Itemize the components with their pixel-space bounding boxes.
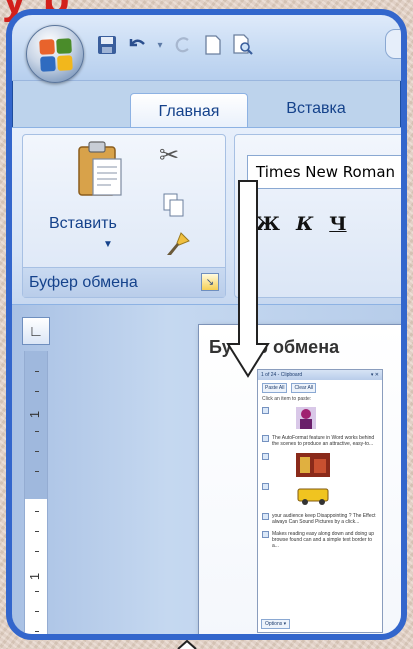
format-buttons: Ж К Ч [255,213,347,235]
ruler-top-margin [25,351,47,499]
preview-item-text: your audience keep Disappointing ? The E… [272,513,376,525]
clipboard-group-label: Буфер обмена ↘ [23,267,225,297]
font-group: Times New Roman Ж К Ч [234,134,401,298]
preview-item-text: The AutoFormat feature in Word works beh… [272,435,375,447]
tab-insert[interactable]: Вставка [254,91,378,127]
ruler-tick [35,391,39,392]
copy-icon[interactable] [163,193,185,217]
clipboard-item-icon [262,531,269,538]
preview-close-icon: ▾ ✕ [370,372,379,378]
undo-dropdown-icon[interactable]: ▾ [154,40,166,51]
tab-stop-selector[interactable]: ∟ [22,317,50,345]
preview-image-thumbnail [296,483,332,507]
paste-icon[interactable] [77,141,125,199]
vertical-ruler[interactable]: 1 1 2 [24,351,48,634]
preview-clear-all-button: Clear All [291,383,317,393]
clipboard-item-icon [262,435,269,442]
clipboard-group: Вставить ▼ ✂ Буфер обмена ↘ [22,134,226,298]
preview-image-thumbnail [296,453,330,477]
ruler-tick [35,431,39,432]
preview-item: The AutoFormat feature in Word works beh… [258,432,382,450]
preview-item [258,450,382,480]
paste-button-label[interactable]: Вставить [49,215,117,233]
font-name-field[interactable]: Times New Roman [247,155,401,189]
bold-button[interactable]: Ж [255,213,280,235]
preview-item [258,480,382,510]
preview-item [258,404,382,432]
ribbon-tabs: Главная Вставка [12,81,401,129]
tab-home[interactable]: Главная [130,93,248,129]
ruler-tick [35,511,39,512]
preview-options-button: Options ▾ [261,619,291,629]
preview-hint: Click an item to paste: [262,396,312,402]
italic-button[interactable]: К [296,213,313,235]
ruler-tick [35,591,39,592]
clipboard-item-icon [262,513,269,520]
redo-icon[interactable] [170,32,196,58]
preview-header: 1 of 24 - Clipboard ▾ ✕ [258,370,382,380]
office-logo-icon [39,38,73,72]
preview-buttons: Paste All Clear All [258,380,382,396]
ruler-tick [35,551,39,552]
annotation-arrow-head [226,342,270,378]
new-document-icon[interactable] [200,32,226,58]
ruler-tick [35,631,39,632]
quick-access-toolbar: ▾ [94,31,256,59]
clipboard-item-icon [262,407,269,414]
ruler-tick [35,451,39,452]
annotation-arrow-shaft [238,180,258,345]
ruler-number: 1 [27,410,43,419]
document-area: ∟ 1 1 2 Буфер обмена 1 of 24 - Clipboard [12,305,401,634]
clipboard-pane-preview: 1 of 24 - Clipboard ▾ ✕ Paste All Clear … [257,369,383,633]
ruler-tick [35,471,39,472]
clipboard-item-icon [262,453,269,460]
ribbon: Вставить ▼ ✂ Буфер обмена ↘ Times New Ro… [12,127,401,305]
office-button[interactable] [26,25,84,83]
clipboard-item-icon [262,483,269,490]
paste-dropdown-icon[interactable]: ▼ [103,239,113,250]
preview-item: your audience keep Disappointing ? The E… [258,510,382,528]
undo-icon[interactable] [124,32,150,58]
print-preview-icon[interactable] [230,32,256,58]
format-painter-icon[interactable] [165,231,191,264]
preview-image-thumbnail [296,407,316,429]
word-window: ▾ Главная Вставка Вставить ▼ ✂ Буфер обм… [6,9,407,640]
clipboard-launcher-icon[interactable]: ↘ [201,273,219,291]
ruler-tick [35,611,39,612]
ruler-number: 1 [27,572,43,581]
ruler-tick [35,531,39,532]
underline-button[interactable]: Ч [329,213,346,235]
preview-item: Makes reading easy along down and doing … [258,528,382,552]
cut-icon[interactable]: ✂ [159,141,179,170]
ruler-tick [35,371,39,372]
clipboard-group-label-text: Буфер обмена [29,273,138,291]
preview-paste-all-button: Paste All [262,383,288,393]
save-icon[interactable] [94,32,120,58]
annotation-arrow-tip [177,640,197,649]
toolbar-overflow-button[interactable] [385,29,401,59]
preview-item-text: Makes reading easy along down and doing … [272,531,375,549]
